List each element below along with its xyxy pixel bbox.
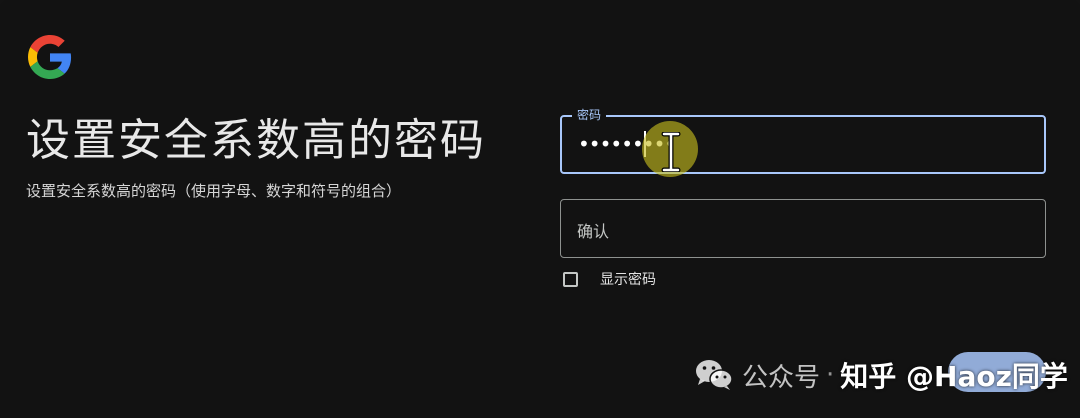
page-title: 设置安全系数高的密码: [26, 115, 486, 166]
password-field[interactable]: 密码 •••••••••: [560, 107, 1046, 174]
show-password-row[interactable]: 显示密码: [563, 268, 656, 290]
watermark-separator: ·: [826, 360, 835, 390]
password-field-label: 密码: [572, 107, 607, 123]
watermark-handle: 知乎 @Haoz同学: [840, 360, 1068, 393]
confirm-password-field[interactable]: 确认: [560, 199, 1046, 258]
show-password-checkbox[interactable]: [563, 271, 578, 287]
confirm-password-placeholder: 确认: [577, 222, 610, 241]
ibeam-cursor-icon: [661, 132, 681, 172]
watermark: 公众号 · 知乎 @Haoz同学: [694, 350, 1068, 400]
wechat-icon: [696, 360, 733, 390]
signup-page: 设置安全系数高的密码 设置安全系数高的密码（使用字母、数字和符号的组合） 密码 …: [0, 0, 1080, 418]
watermark-account-prefix: 公众号: [742, 362, 821, 393]
page-subtitle: 设置安全系数高的密码（使用字母、数字和符号的组合）: [26, 182, 402, 200]
show-password-label[interactable]: 显示密码: [600, 269, 656, 289]
google-logo-icon: [28, 35, 72, 79]
